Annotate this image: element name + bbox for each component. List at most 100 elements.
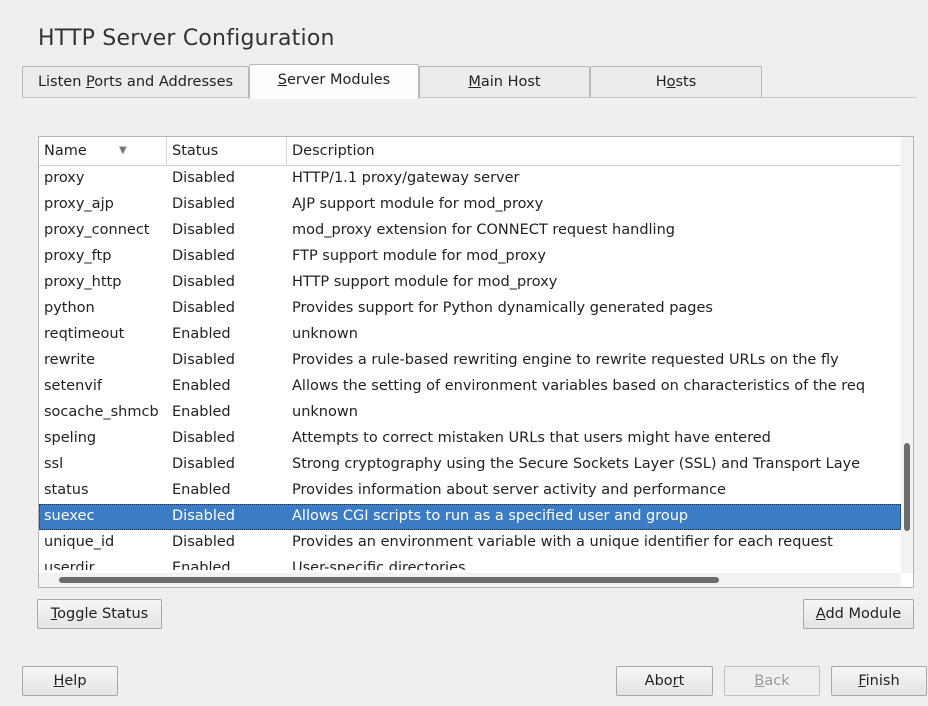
add-module-button[interactable]: Add Module — [803, 599, 914, 629]
table-row[interactable]: proxy_ftp Disabled FTP support module for … — [39, 244, 901, 270]
modules-table[interactable]: Name ▼ Status Description proxy Disabled H… — [38, 136, 914, 588]
module-status-cell: Disabled — [172, 456, 235, 472]
module-name-cell: proxy_ajp — [44, 196, 114, 212]
finish-button[interactable]: Finish — [831, 666, 927, 696]
module-description-cell: Allows CGI scripts to run as a specified… — [292, 508, 689, 524]
module-description-cell: mod_proxy extension for CONNECT request … — [292, 222, 675, 238]
table-row[interactable]: reqtimeout Enabled unknown — [39, 322, 901, 348]
button-label-post: inish — [865, 673, 900, 689]
module-name-cell: suexec — [44, 508, 95, 524]
help-button[interactable]: Help — [22, 666, 118, 696]
table-row[interactable]: suexec Disabled Allows CGI scripts to run … — [39, 504, 901, 530]
button-label-post: elp — [64, 673, 87, 689]
button-label-post: ack — [764, 673, 790, 689]
module-description-cell: Provides support for Python dynamically … — [292, 300, 713, 316]
tab-mnemonic: S — [277, 72, 287, 88]
column-header-label: Description — [292, 143, 375, 159]
module-name-cell: unique_id — [44, 534, 115, 550]
module-description-cell: Attempts to correct mistaken URLs that u… — [292, 430, 771, 446]
tab-bar: Listen Ports and Addresses Server Module… — [22, 64, 762, 99]
sort-descending-icon: ▼ — [119, 145, 127, 156]
horizontal-scrollbar[interactable] — [39, 573, 901, 587]
table-row[interactable]: setenvif Enabled Allows the setting of env… — [39, 374, 901, 400]
button-mnemonic: B — [754, 673, 765, 689]
tab-listen-ports[interactable]: Listen Ports and Addresses — [22, 66, 249, 98]
module-description-cell: Provides an environment variable with a … — [292, 534, 833, 550]
table-row[interactable]: userdir Enabled User-specific directories — [39, 556, 901, 570]
module-status-cell: Disabled — [172, 300, 235, 316]
button-mnemonic: F — [858, 673, 866, 689]
tab-label-post: ain Host — [480, 74, 541, 90]
tab-label-post: orts and Addresses — [94, 74, 234, 90]
column-header-name[interactable]: Name ▼ — [39, 137, 167, 165]
module-description-cell: Allows the setting of environment variab… — [292, 378, 866, 394]
abort-button[interactable]: Abort — [616, 666, 713, 696]
module-description-cell: Provides information about server activi… — [292, 482, 726, 498]
module-description-cell: unknown — [292, 326, 358, 342]
page-title: HTTP Server Configuration — [38, 26, 335, 51]
tab-main-host[interactable]: Main Host — [419, 66, 590, 98]
vertical-scrollbar[interactable] — [901, 137, 913, 573]
module-name-cell: proxy_http — [44, 274, 122, 290]
table-row[interactable]: speling Disabled Attempts to correct mista… — [39, 426, 901, 452]
button-mnemonic: H — [53, 673, 65, 689]
table-row[interactable]: rewrite Disabled Provides a rule-based rew… — [39, 348, 901, 374]
table-row[interactable]: proxy_connect Disabled mod_proxy extension… — [39, 218, 901, 244]
tab-label-pre: Listen — [37, 74, 87, 90]
table-row[interactable]: proxy Disabled HTTP/1.1 proxy/gateway serv… — [39, 166, 901, 192]
tab-server-modules[interactable]: Server Modules — [249, 64, 419, 99]
table-row[interactable]: python Disabled Provides support for Pytho… — [39, 296, 901, 322]
tab-mnemonic: P — [86, 74, 95, 90]
button-label-post: oggle Status — [57, 606, 149, 622]
module-name-cell: socache_shmcb — [44, 404, 159, 420]
module-description-cell: HTTP support module for mod_proxy — [292, 274, 558, 290]
column-header-status[interactable]: Status — [167, 137, 287, 165]
table-row[interactable]: ssl Disabled Strong cryptography using the… — [39, 452, 901, 478]
column-header-label: Status — [172, 143, 219, 159]
module-description-cell: AJP support module for mod_proxy — [292, 196, 544, 212]
module-status-cell: Disabled — [172, 430, 235, 446]
module-name-cell: userdir — [44, 560, 95, 570]
module-description-cell: unknown — [292, 404, 358, 420]
table-header: Name ▼ Status Description — [39, 137, 901, 166]
back-button[interactable]: Back — [724, 666, 820, 696]
module-status-cell: Disabled — [172, 508, 235, 524]
module-name-cell: rewrite — [44, 352, 96, 368]
module-name-cell: status — [44, 482, 89, 498]
module-status-cell: Enabled — [172, 326, 231, 342]
module-name-cell: python — [44, 300, 95, 316]
module-description-cell: Provides a rule-based rewriting engine t… — [292, 352, 839, 368]
module-status-cell: Disabled — [172, 352, 235, 368]
module-status-cell: Disabled — [172, 274, 235, 290]
module-status-cell: Enabled — [172, 378, 231, 394]
tab-hosts[interactable]: Hosts — [590, 66, 762, 98]
module-name-cell: proxy_connect — [44, 222, 150, 238]
tab-label-post: erver Modules — [286, 72, 391, 88]
module-name-cell: reqtimeout — [44, 326, 125, 342]
table-row[interactable]: proxy_ajp Disabled AJP support module for … — [39, 192, 901, 218]
module-name-cell: proxy — [44, 170, 85, 186]
module-description-cell: HTTP/1.1 proxy/gateway server — [292, 170, 520, 186]
vertical-scrollbar-thumb[interactable] — [904, 443, 910, 531]
table-row[interactable]: proxy_http Disabled HTTP support module fo… — [39, 270, 901, 296]
module-status-cell: Enabled — [172, 482, 231, 498]
column-header-label: Name — [44, 143, 87, 159]
tab-label-post: sts — [675, 74, 697, 90]
module-name-cell: setenvif — [44, 378, 102, 394]
tab-mnemonic: M — [468, 74, 481, 90]
table-row[interactable]: status Enabled Provides information about … — [39, 478, 901, 504]
toggle-status-button[interactable]: Toggle Status — [37, 599, 162, 629]
button-mnemonic: A — [815, 606, 826, 622]
button-label-post: t — [678, 673, 685, 689]
module-status-cell: Disabled — [172, 170, 235, 186]
column-header-description[interactable]: Description — [287, 137, 901, 165]
module-status-cell: Disabled — [172, 248, 235, 264]
table-row[interactable]: socache_shmcb Enabled unknown — [39, 400, 901, 426]
module-status-cell: Enabled — [172, 560, 231, 570]
module-name-cell: ssl — [44, 456, 64, 472]
table-row[interactable]: unique_id Disabled Provides an environment… — [39, 530, 901, 556]
horizontal-scrollbar-thumb[interactable] — [59, 577, 719, 583]
module-description-cell: FTP support module for mod_proxy — [292, 248, 546, 264]
table-body: proxy Disabled HTTP/1.1 proxy/gateway serv… — [39, 166, 901, 570]
button-label-pre: Abo — [644, 673, 673, 689]
